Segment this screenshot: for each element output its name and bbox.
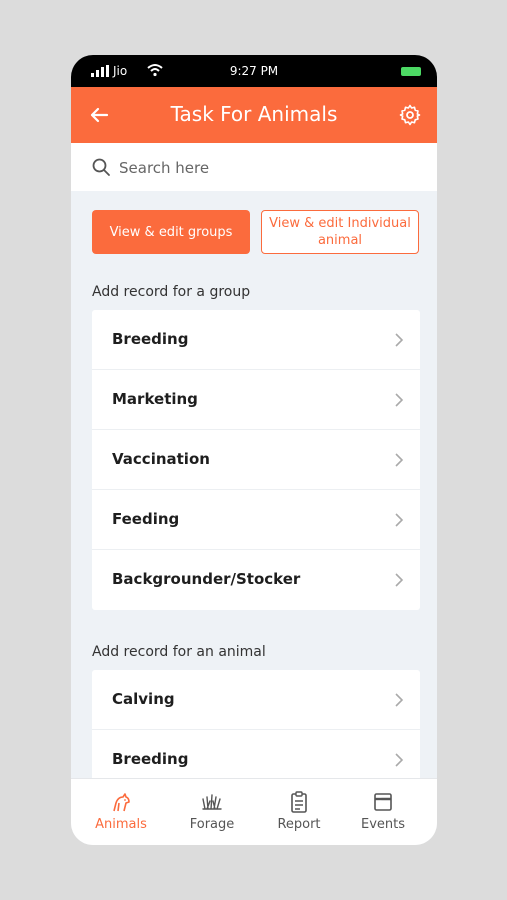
clipboard-icon	[291, 791, 307, 813]
chevron-right-icon	[395, 393, 404, 407]
grass-icon	[202, 794, 222, 810]
view-edit-groups-label: View & edit groups	[109, 224, 233, 240]
list-item-marketing[interactable]: Marketing	[92, 370, 420, 430]
list-item-label: Marketing	[112, 390, 198, 408]
bottom-navigation: Animals Forage Report Events	[71, 778, 437, 845]
page-title: Task For Animals	[170, 102, 338, 126]
tab-label: Events	[360, 817, 405, 832]
gear-icon[interactable]	[398, 103, 422, 127]
tab-label: Animals	[95, 817, 147, 832]
tab-report[interactable]: Report	[259, 791, 339, 832]
list-item-vaccination[interactable]: Vaccination	[92, 430, 420, 490]
list-item-label: Calving	[112, 690, 175, 708]
group-section-label: Add record for a group	[92, 284, 251, 300]
tab-label: Report	[277, 817, 321, 832]
chevron-right-icon	[395, 333, 404, 347]
chevron-right-icon	[395, 753, 404, 767]
status-time: 9:27 PM	[229, 64, 279, 78]
tab-forage[interactable]: Forage	[172, 791, 252, 832]
tab-events[interactable]: Events	[343, 791, 423, 832]
chevron-right-icon	[395, 573, 404, 587]
animal-record-list: Calving Breeding	[92, 670, 420, 790]
list-item-label: Breeding	[112, 330, 189, 348]
tab-animals[interactable]: Animals	[81, 791, 161, 832]
animal-section-label: Add record for an animal	[92, 644, 266, 660]
chevron-right-icon	[395, 693, 404, 707]
list-item-calving[interactable]: Calving	[92, 670, 420, 730]
view-edit-groups-button[interactable]: View & edit groups	[92, 210, 250, 254]
tab-label: Forage	[189, 817, 235, 832]
list-item-label: Feeding	[112, 510, 180, 528]
search-bar	[71, 143, 437, 191]
calendar-icon	[374, 793, 392, 811]
list-item-backgrounder-stocker[interactable]: Backgrounder/Stocker	[92, 550, 420, 610]
animal-icon	[113, 793, 130, 812]
group-record-list: Breeding Marketing Vaccination Feeding B…	[92, 310, 420, 610]
view-edit-individual-button[interactable]: View & edit Individual animal	[261, 210, 419, 254]
chevron-right-icon	[395, 513, 404, 527]
list-item-breeding[interactable]: Breeding	[92, 310, 420, 370]
search-input[interactable]	[117, 155, 411, 181]
app-bar: Task For Animals	[71, 87, 437, 143]
list-item-label: Backgrounder/Stocker	[112, 570, 301, 588]
search-icon	[92, 158, 110, 176]
view-edit-individual-label: View & edit Individual animal	[269, 216, 411, 248]
phone-screen: Jio 9:27 PM Task For Animals View & edit…	[71, 55, 437, 845]
list-item-label: Breeding	[112, 750, 189, 768]
battery-icon	[401, 67, 421, 76]
list-item-label: Vaccination	[112, 450, 210, 468]
chevron-right-icon	[395, 453, 404, 467]
status-bar: Jio 9:27 PM	[71, 55, 437, 87]
list-item-feeding[interactable]: Feeding	[92, 490, 420, 550]
